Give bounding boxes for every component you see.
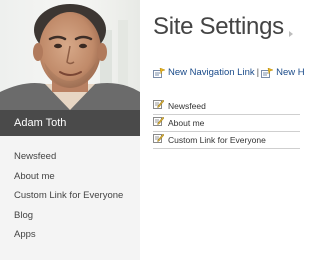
list-item-label: About me	[168, 118, 205, 128]
sidebar-item-custom-link[interactable]: Custom Link for Everyone	[14, 190, 123, 210]
new-heading-icon	[261, 67, 274, 82]
list-item-custom-link[interactable]: Custom Link for Everyone	[153, 132, 300, 149]
list-item-about-me[interactable]: About me	[153, 115, 300, 132]
navigation-item-list: Newsfeed About me Custom Link for Everyo…	[153, 98, 300, 149]
sidebar-item-blog[interactable]: Blog	[14, 210, 123, 230]
chevron-right-icon	[289, 31, 293, 37]
toolbar-separator: |	[256, 67, 260, 78]
edit-link-icon[interactable]	[153, 99, 165, 113]
sidebar-item-about-me[interactable]: About me	[14, 171, 123, 191]
profile-photo	[0, 0, 140, 110]
sidebar-item-apps[interactable]: Apps	[14, 229, 123, 249]
navigation-toolbar: New Navigation Link | New H	[153, 67, 305, 79]
list-item-label: Newsfeed	[168, 101, 206, 111]
new-navigation-link-button[interactable]: New Navigation Link	[153, 67, 255, 82]
sidebar-nav: Newsfeed About me Custom Link for Everyo…	[14, 151, 123, 249]
list-item-newsfeed[interactable]: Newsfeed	[153, 98, 300, 115]
sidebar: Adam Toth Newsfeed About me Custom Link …	[0, 0, 140, 260]
new-heading-button[interactable]: New H	[261, 67, 305, 82]
edit-link-icon[interactable]	[153, 116, 165, 130]
new-navigation-link-label: New Navigation Link	[168, 67, 255, 78]
list-item-label: Custom Link for Everyone	[168, 135, 266, 145]
sidebar-item-newsfeed[interactable]: Newsfeed	[14, 151, 123, 171]
new-link-icon	[153, 67, 166, 82]
profile-name: Adam Toth	[0, 110, 140, 136]
new-heading-label: New H	[276, 67, 305, 78]
edit-link-icon[interactable]	[153, 133, 165, 147]
page-title: Site Settings	[153, 13, 284, 40]
